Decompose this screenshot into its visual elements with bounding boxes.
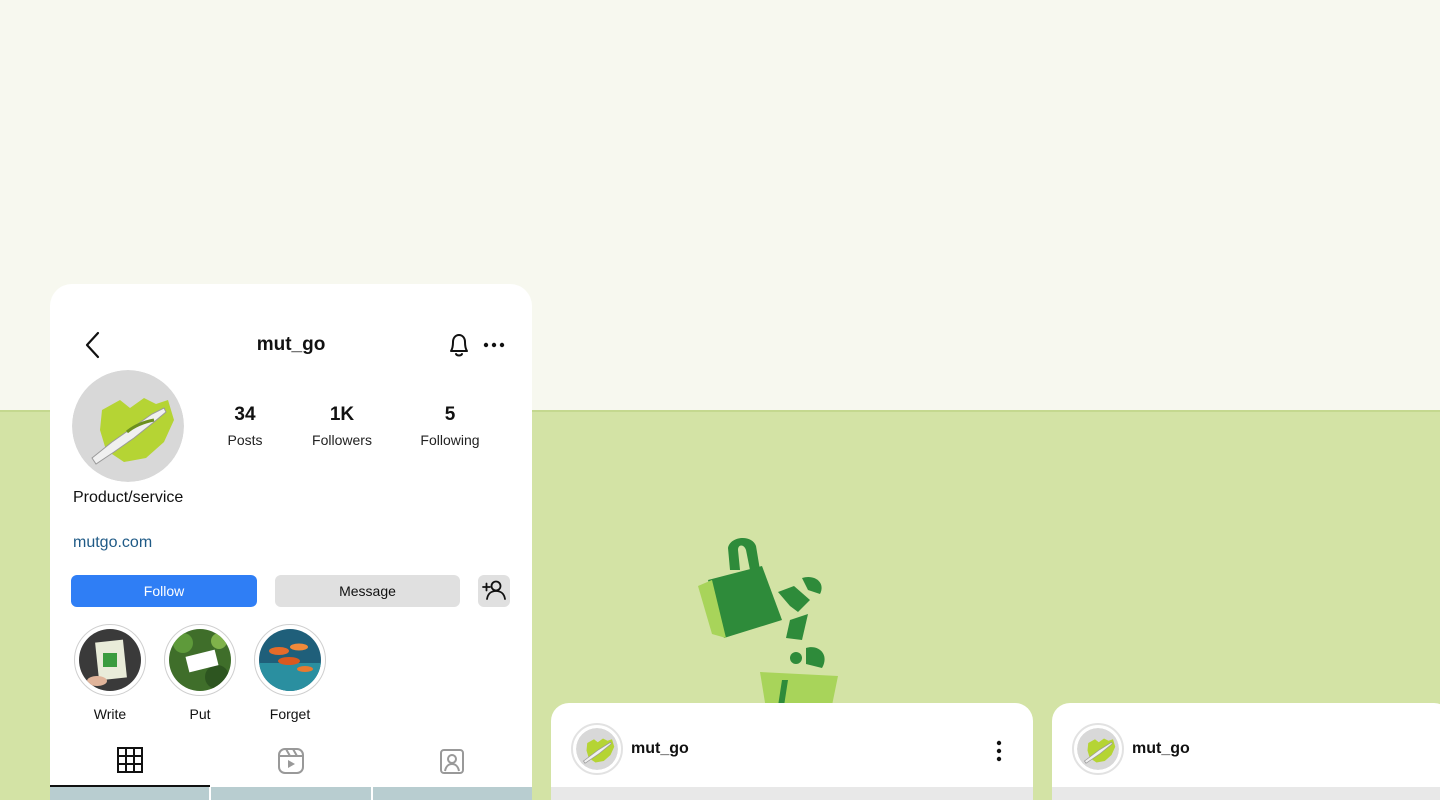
highlight-forget[interactable]: Forget <box>253 624 327 722</box>
profile-website-link[interactable]: mutgo.com <box>73 534 152 552</box>
post-media[interactable] <box>1052 787 1440 800</box>
highlight-label: Put <box>189 706 211 722</box>
stat-value: 34 <box>234 404 256 425</box>
more-vertical-icon[interactable] <box>989 739 1009 763</box>
add-user-icon <box>482 579 506 604</box>
grid-icon <box>116 746 144 779</box>
post-username[interactable]: mut_go <box>1132 740 1190 758</box>
post-username[interactable]: mut_go <box>631 740 689 758</box>
post-avatar[interactable] <box>571 723 623 775</box>
post-card: mut_go <box>551 703 1033 800</box>
reels-icon <box>277 747 305 780</box>
highlight-label: Forget <box>269 706 311 722</box>
highlight-thumbnail <box>79 629 141 691</box>
add-user-button[interactable] <box>478 575 510 607</box>
stat-label: Posts <box>227 432 263 448</box>
tab-grid[interactable] <box>50 739 210 787</box>
highlight-thumbnail <box>259 629 321 691</box>
tagged-icon <box>438 747 466 780</box>
avatar-image <box>576 728 618 770</box>
post-card: mut_go <box>1052 703 1440 800</box>
more-horizontal-icon[interactable] <box>482 337 506 353</box>
highlight-ring <box>74 624 146 696</box>
stat-value: 1K <box>329 404 355 425</box>
profile-card: mut_go 34 Posts 1K Followers 5 Following… <box>50 284 532 800</box>
stat-following[interactable]: 5 Following <box>400 404 500 448</box>
bell-icon[interactable] <box>446 331 472 359</box>
tab-reels[interactable] <box>211 739 371 787</box>
follow-button[interactable]: Follow <box>71 575 257 607</box>
highlight-ring <box>164 624 236 696</box>
stat-followers[interactable]: 1K Followers <box>292 404 392 448</box>
stat-label: Following <box>420 432 480 448</box>
post-grid <box>50 787 532 800</box>
highlight-write[interactable]: Write <box>73 624 147 722</box>
highlight-label: Write <box>93 706 127 722</box>
profile-avatar[interactable] <box>72 370 184 482</box>
avatar-image <box>1077 728 1119 770</box>
grid-thumbnail[interactable] <box>211 787 371 800</box>
post-media[interactable] <box>551 787 1033 800</box>
highlight-ring <box>254 624 326 696</box>
tab-tagged[interactable] <box>372 739 532 787</box>
message-button[interactable]: Message <box>275 575 460 607</box>
stat-label: Followers <box>312 432 372 448</box>
stat-posts[interactable]: 34 Posts <box>195 404 295 448</box>
post-avatar[interactable] <box>1072 723 1124 775</box>
highlight-put[interactable]: Put <box>163 624 237 722</box>
grid-thumbnail[interactable] <box>50 787 210 800</box>
highlight-thumbnail <box>169 629 231 691</box>
profile-category: Product/service <box>73 489 184 506</box>
grid-thumbnail[interactable] <box>372 787 532 800</box>
stat-value: 5 <box>444 404 456 425</box>
profile-tabs <box>50 739 532 787</box>
